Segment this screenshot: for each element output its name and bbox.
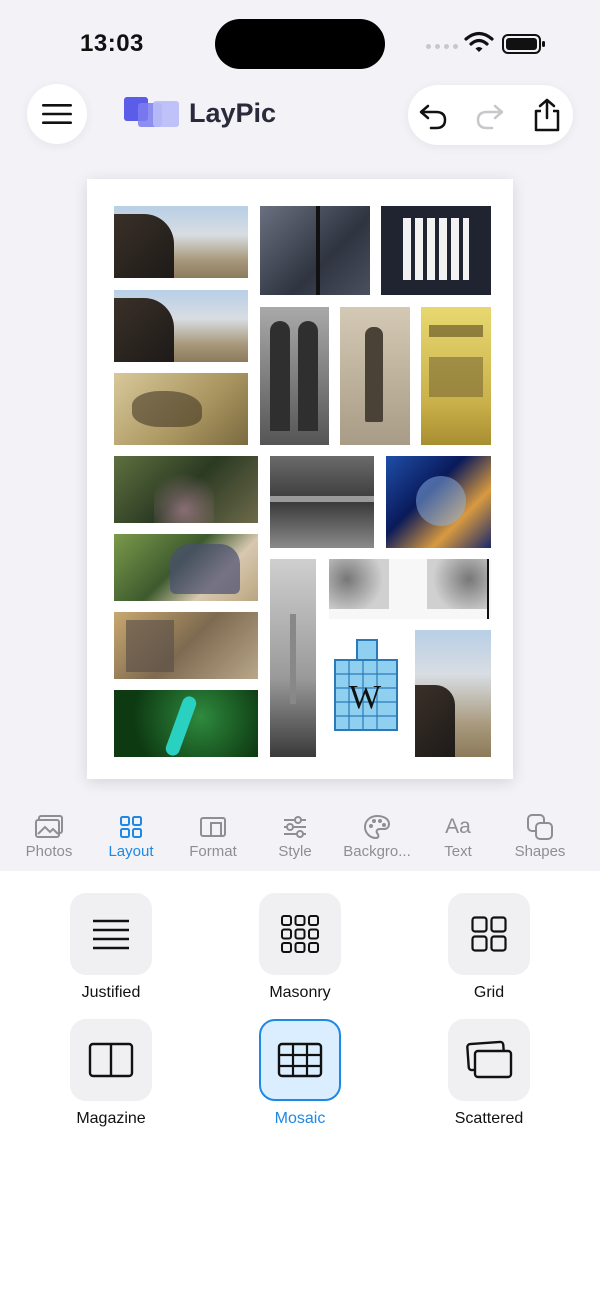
- app-logo-icon: [124, 97, 179, 127]
- option-label: Magazine: [76, 1110, 146, 1127]
- option-tile[interactable]: [448, 1019, 530, 1101]
- collage-photo[interactable]: [114, 373, 248, 445]
- grid-icon: [471, 916, 507, 952]
- collage-photo[interactable]: [421, 307, 491, 445]
- tab-photos[interactable]: Photos: [8, 813, 90, 860]
- option-tile[interactable]: [448, 893, 530, 975]
- mosaic-icon: [277, 1042, 323, 1078]
- shapes-icon: [527, 814, 553, 840]
- battery-icon: [502, 34, 545, 54]
- signal-icon: [426, 44, 458, 49]
- layout-icon: [120, 816, 142, 838]
- layout-option-grid[interactable]: Grid: [419, 893, 559, 1002]
- tab-text[interactable]: Aa Text: [417, 813, 499, 860]
- stacked-cards-icon: [466, 1040, 513, 1079]
- collage-photo[interactable]: [340, 307, 410, 445]
- layout-option-justified[interactable]: Justified: [41, 893, 181, 1002]
- collage-photo[interactable]: [114, 534, 258, 601]
- tab-label: Style: [278, 843, 312, 860]
- tab-label: Layout: [108, 843, 154, 860]
- text-icon: Aa: [445, 815, 471, 838]
- tab-format[interactable]: Format: [172, 813, 254, 860]
- option-tile[interactable]: [259, 893, 341, 975]
- tab-background[interactable]: Backgro...: [336, 813, 418, 860]
- dynamic-island: [215, 19, 385, 69]
- collage-photo[interactable]: [114, 290, 248, 362]
- undo-button[interactable]: [417, 99, 449, 131]
- lines-icon: [93, 919, 129, 950]
- app-title: LayPic: [189, 98, 277, 128]
- layout-option-scattered[interactable]: Scattered: [419, 1019, 559, 1128]
- share-icon: [534, 98, 560, 132]
- option-tile[interactable]: [70, 1019, 152, 1101]
- collage-photo[interactable]: [260, 206, 370, 295]
- hamburger-icon: [42, 104, 72, 124]
- layout-options-sheet: Justified Masonry Grid Magazine Mosaic S…: [0, 871, 600, 1298]
- tab-shapes[interactable]: Shapes: [499, 813, 581, 860]
- collage-photo[interactable]: [381, 206, 491, 295]
- collage-photo[interactable]: [114, 456, 258, 523]
- columns-icon: [88, 1042, 134, 1078]
- collage-photo[interactable]: [270, 559, 316, 757]
- photos-icon: [35, 815, 63, 838]
- option-tile[interactable]: [70, 893, 152, 975]
- tab-style[interactable]: Style: [254, 813, 336, 860]
- tab-label: Photos: [25, 843, 73, 860]
- collage-photo[interactable]: [415, 630, 491, 757]
- option-tile[interactable]: [259, 1019, 341, 1101]
- wikipedia-cube-logo: W: [334, 639, 398, 731]
- redo-button[interactable]: [474, 99, 506, 131]
- menu-button[interactable]: [27, 84, 87, 144]
- share-button[interactable]: [531, 98, 563, 132]
- undo-icon: [419, 104, 447, 130]
- dot-grid-icon: [281, 915, 319, 953]
- option-label: Justified: [81, 984, 141, 1001]
- wifi-icon: [464, 31, 494, 52]
- editor-toolbar: Photos Layout Format Style Backgro... Aa…: [0, 805, 600, 871]
- tab-layout[interactable]: Layout: [90, 813, 172, 860]
- collage-photo[interactable]: [270, 456, 374, 548]
- status-bar: 13:03: [0, 0, 600, 80]
- collage-canvas[interactable]: W: [87, 179, 513, 779]
- sliders-icon: [284, 816, 306, 838]
- palette-icon: [363, 814, 391, 840]
- tab-label: Format: [189, 843, 237, 860]
- svg-text:W: W: [349, 679, 382, 716]
- format-icon: [200, 817, 226, 837]
- collage-photo[interactable]: [260, 307, 329, 445]
- collage-photo[interactable]: [114, 690, 258, 757]
- option-label: Mosaic: [274, 1110, 326, 1127]
- option-label: Grid: [473, 984, 505, 1001]
- option-label: Scattered: [454, 1110, 524, 1127]
- tab-label: Text: [444, 843, 472, 860]
- layout-option-mosaic[interactable]: Mosaic: [230, 1019, 370, 1128]
- collage-photo[interactable]: [329, 559, 491, 619]
- collage-photo[interactable]: [114, 206, 248, 278]
- collage-photo[interactable]: W: [327, 630, 404, 757]
- collage-photo[interactable]: [114, 612, 258, 679]
- layout-option-magazine[interactable]: Magazine: [41, 1019, 181, 1128]
- tab-label: Shapes: [514, 843, 566, 860]
- action-group: [408, 85, 573, 145]
- layout-option-masonry[interactable]: Masonry: [230, 893, 370, 1002]
- option-label: Masonry: [269, 984, 331, 1001]
- redo-icon: [476, 104, 504, 130]
- collage-photo[interactable]: [386, 456, 491, 548]
- status-time: 13:03: [80, 30, 144, 57]
- tab-label: Backgro...: [343, 843, 411, 860]
